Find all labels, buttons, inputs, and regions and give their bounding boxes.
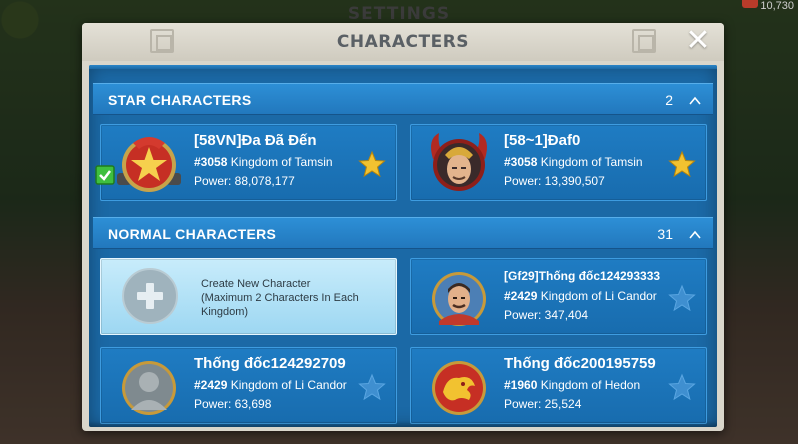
section-count: 31: [657, 226, 673, 242]
character-power: Power: 13,390,507: [504, 174, 605, 188]
section-header-star-characters[interactable]: STAR CHARACTERS 2: [93, 83, 713, 115]
create-character-limit: (Maximum 2 Characters In Each: [201, 292, 359, 304]
section-title: NORMAL CHARACTERS: [108, 226, 277, 242]
character-power: Power: 88,078,177: [194, 174, 295, 188]
kingdom-name: Kingdom of Hedon: [540, 378, 641, 392]
checkmark-icon: [95, 165, 115, 185]
character-kingdom: #2429 Kingdom of Li Candor: [504, 289, 657, 303]
create-character-text: Create New Character (Maximum 2 Characte…: [201, 277, 381, 319]
star-favorite-icon[interactable]: [358, 150, 386, 178]
character-kingdom: #2429 Kingdom of Li Candor: [194, 378, 347, 392]
characters-list[interactable]: STAR CHARACTERS 2 [58VN]Đa Đã Đến #3058 …: [89, 65, 717, 427]
chevron-up-icon: [689, 96, 701, 105]
horned-warrior-portrait-avatar: [431, 133, 487, 191]
character-card[interactable]: Thống đốc124292709 #2429 Kingdom of Li C…: [100, 347, 397, 424]
kingdom-id: #3058: [194, 155, 228, 169]
character-name: [58VN]Đa Đã Đến: [194, 132, 317, 149]
background-resource-counter: 10,730: [760, 0, 794, 12]
silhouette-avatar: [122, 361, 176, 415]
character-name: [Gf29]Thống đốc124293333: [504, 269, 661, 283]
golden-dragon-emblem-avatar: [432, 361, 486, 415]
character-power: Power: 63,698: [194, 397, 272, 411]
star-favorite-icon[interactable]: [668, 373, 696, 401]
kingdom-id: #3058: [504, 155, 538, 169]
character-card[interactable]: [58~1]Đaf0 #3058 Kingdom of Tamsin Power…: [410, 124, 707, 201]
characters-dialog: CHARACTERS ✕ STAR CHARACTERS 2 [58VN]Đa …: [82, 23, 724, 431]
chevron-up-icon: [689, 230, 701, 239]
close-button[interactable]: ✕: [684, 26, 712, 56]
character-card[interactable]: [Gf29]Thống đốc124293333 #2429 Kingdom o…: [410, 258, 707, 335]
dialog-title: CHARACTERS: [336, 32, 470, 52]
character-name: Thống đốc124292709: [194, 355, 346, 372]
create-character-limit-cont: Kingdom): [201, 306, 249, 318]
background-settings-title: SETTINGS: [347, 4, 451, 24]
kingdom-name: Kingdom of Tamsin: [230, 155, 333, 169]
character-card[interactable]: [58VN]Đa Đã Đến #3058 Kingdom of Tamsin …: [95, 124, 397, 201]
plus-icon: [122, 268, 178, 324]
character-kingdom: #1960 Kingdom of Hedon: [504, 378, 640, 392]
create-character-label: Create New Character: [201, 278, 311, 290]
kingdom-name: Kingdom of Li Candor: [230, 378, 347, 392]
character-kingdom: #3058 Kingdom of Tamsin: [504, 155, 643, 169]
governor-portrait-avatar: [432, 272, 486, 326]
kingdom-id: #2429: [194, 378, 228, 392]
character-kingdom: #3058 Kingdom of Tamsin: [194, 155, 333, 169]
gem-icon: [742, 0, 758, 8]
kingdom-id: #2429: [504, 289, 538, 303]
ornament-icon: [632, 29, 656, 53]
character-power: Power: 347,404: [504, 308, 589, 322]
character-name: [58~1]Đaf0: [504, 132, 581, 149]
star-favorite-icon[interactable]: [668, 150, 696, 178]
dialog-header: CHARACTERS ✕: [82, 23, 724, 61]
red-star-emblem-avatar: [117, 137, 181, 192]
kingdom-name: Kingdom of Tamsin: [540, 155, 643, 169]
character-card[interactable]: Thống đốc200195759 #1960 Kingdom of Hedo…: [410, 347, 707, 424]
kingdom-name: Kingdom of Li Candor: [540, 289, 657, 303]
section-header-normal-characters[interactable]: NORMAL CHARACTERS 31: [93, 217, 713, 249]
character-name: Thống đốc200195759: [504, 355, 656, 372]
character-power: Power: 25,524: [504, 397, 582, 411]
section-count: 2: [665, 92, 673, 108]
section-title: STAR CHARACTERS: [108, 92, 252, 108]
star-favorite-icon[interactable]: [358, 373, 386, 401]
star-favorite-icon[interactable]: [668, 284, 696, 312]
create-character-button[interactable]: Create New Character (Maximum 2 Characte…: [100, 258, 397, 335]
kingdom-id: #1960: [504, 378, 538, 392]
